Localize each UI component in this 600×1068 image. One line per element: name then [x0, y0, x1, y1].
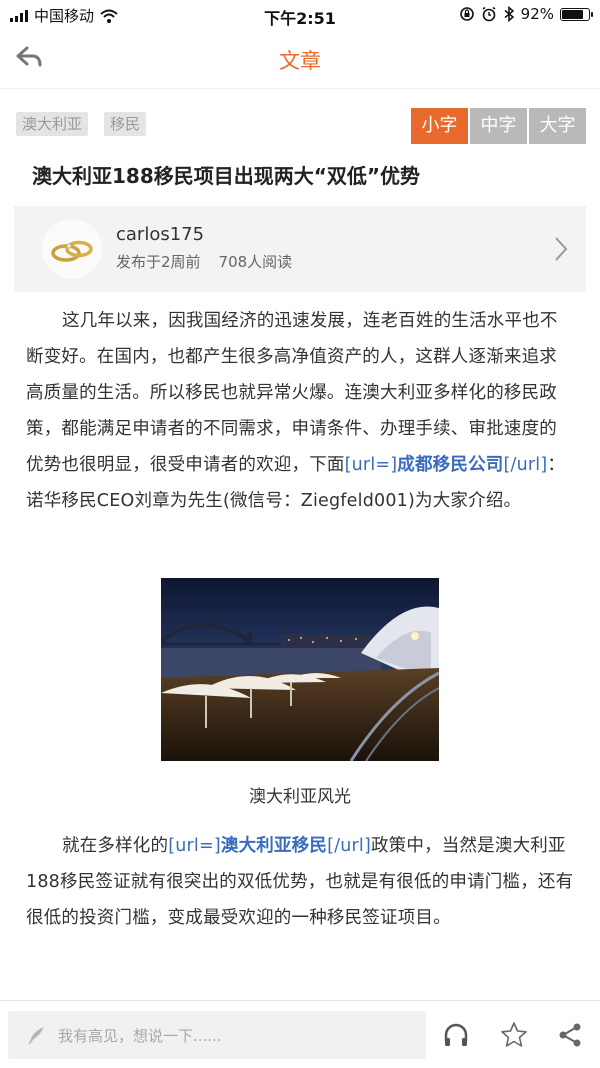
chevron-right-icon	[555, 237, 568, 261]
author-name[interactable]: carlos175	[116, 224, 204, 245]
share-icon[interactable]	[556, 1021, 584, 1049]
avatar[interactable]	[42, 219, 102, 279]
read-count: 708人阅读	[218, 253, 293, 271]
paragraph-text: 这几年以来，因我国经济的迅速发展，连老百姓的生活水平也不断变好。在国内，也都产生…	[26, 311, 558, 475]
star-icon[interactable]	[500, 1021, 528, 1049]
article-paragraph-2: 就在多样化的[url=]澳大利亚移民[/url]政策中，当然是澳大利亚188移民…	[26, 828, 574, 936]
battery-icon	[560, 7, 593, 21]
link-close-tag: [/url]	[327, 836, 371, 856]
status-right: 92%	[459, 5, 593, 23]
inline-link[interactable]: [url=]澳大利亚移民[/url]	[168, 836, 371, 856]
link-text: 澳大利亚移民	[220, 836, 328, 856]
tag-australia[interactable]: 澳大利亚	[16, 112, 89, 136]
author-card[interactable]: carlos175 发布于2周前 708人阅读	[14, 206, 586, 292]
page-title: 文章	[279, 49, 321, 73]
comment-placeholder: 我有高见，想说一下......	[58, 1026, 222, 1045]
pen-icon	[28, 1027, 44, 1045]
orientation-lock-icon	[459, 7, 474, 21]
tag-immigration[interactable]: 移民	[104, 112, 147, 136]
article-image	[161, 578, 439, 761]
paragraph-text: 就在多样化的	[62, 836, 169, 856]
bluetooth-icon	[504, 6, 514, 22]
inline-link[interactable]: [url=]成都移民公司[/url]	[345, 455, 548, 475]
font-size-switch: 小字 中字 大字	[411, 108, 586, 144]
nav-bar: 文章	[0, 30, 600, 89]
comment-input[interactable]: 我有高见，想说一下......	[8, 1011, 426, 1059]
status-bar: 中国移动 下午2:51 92%	[0, 0, 600, 30]
link-open-tag: [url=]	[168, 836, 221, 856]
font-small-button[interactable]: 小字	[411, 108, 468, 144]
headphones-icon[interactable]	[442, 1021, 470, 1049]
battery-percent: 92%	[520, 5, 554, 23]
link-close-tag: [/url]	[503, 455, 548, 475]
article-title: 澳大利亚188移民项目出现两大“双低”优势	[32, 164, 421, 188]
link-text: 成都移民公司	[397, 455, 504, 475]
author-meta: 发布于2周前 708人阅读	[116, 251, 292, 272]
post-time: 发布于2周前	[116, 253, 201, 271]
article-paragraph-1: 这几年以来，因我国经济的迅速发展，连老百姓的生活水平也不断变好。在国内，也都产生…	[26, 303, 574, 519]
bottom-bar: 我有高见，想说一下......	[0, 1000, 600, 1068]
font-medium-button[interactable]: 中字	[470, 108, 527, 144]
font-large-button[interactable]: 大字	[529, 108, 586, 144]
image-caption: 澳大利亚风光	[249, 787, 351, 807]
alarm-icon	[482, 6, 496, 22]
link-open-tag: [url=]	[344, 455, 398, 475]
battery-level-fill	[562, 9, 584, 19]
